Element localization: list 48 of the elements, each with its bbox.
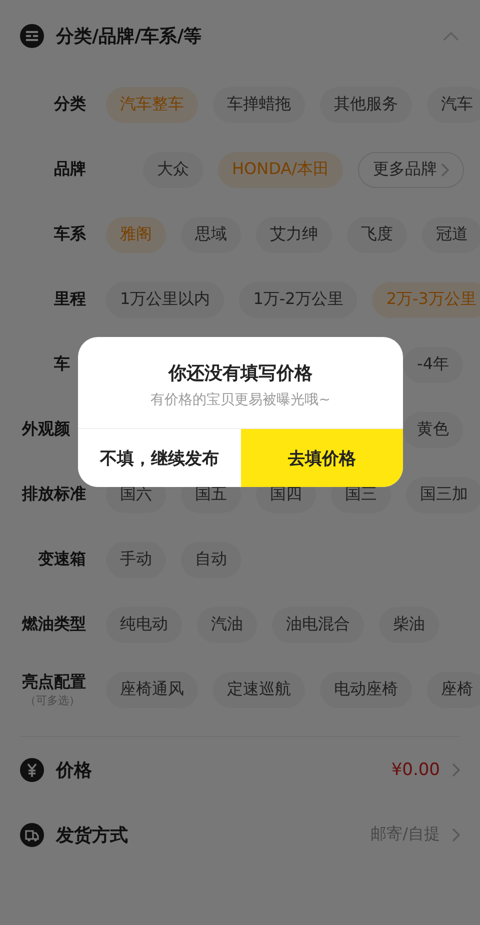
row-label: 外观颜 [22, 419, 70, 440]
option-chip[interactable]: 思域 [181, 216, 241, 252]
option-chip[interactable]: 艾力绅 [256, 216, 332, 252]
field-label: 价格 [56, 758, 93, 782]
option-chip[interactable]: 柴油 [379, 606, 439, 642]
more-brands-button[interactable]: 更多品牌 [358, 152, 464, 188]
option-chip[interactable]: 飞度 [347, 216, 407, 252]
row-label: 里程 [54, 289, 86, 310]
field-label: 发货方式 [56, 824, 129, 846]
row-label: 燃油类型 [22, 614, 86, 635]
option-chip[interactable]: 座椅 [427, 672, 480, 708]
row-label: 分类 [54, 94, 86, 115]
option-chip[interactable]: 自动 [181, 542, 241, 578]
option-chip[interactable]: 黄色 [403, 412, 463, 448]
option-chip[interactable]: 手动 [106, 542, 166, 578]
option-chip[interactable]: 电动座椅 [320, 672, 412, 708]
option-chip[interactable]: 其他服务 [320, 86, 412, 122]
row-label: 变速箱 [38, 549, 86, 570]
row-label: 亮点配置 [22, 672, 86, 692]
option-chip[interactable]: 座椅通风 [106, 672, 198, 708]
option-chip[interactable]: 纯电动 [106, 606, 182, 642]
dialog-title: 你还没有填写价格 [168, 362, 312, 384]
chevron-right-icon [440, 162, 449, 176]
row-label: 排放标准 [22, 484, 86, 505]
option-chip[interactable]: 油电混合 [272, 606, 364, 642]
option-chip[interactable]: 冠道 [422, 216, 480, 252]
option-chip[interactable]: -4年 [403, 346, 463, 382]
option-chip[interactable]: 1万-2万公里 [239, 282, 358, 318]
option-chip[interactable]: 汽车 [427, 86, 480, 122]
option-chip[interactable]: 汽油 [197, 606, 257, 642]
section-title: 分类/品牌/车系/等 [56, 25, 203, 48]
option-chip[interactable]: 大众 [143, 152, 203, 188]
option-chip[interactable]: 车掸蜡拖 [213, 86, 305, 122]
option-chip[interactable]: 定速巡航 [213, 672, 305, 708]
row-label: 车系 [54, 224, 86, 245]
row-label: 车 [54, 354, 70, 375]
truck-icon [20, 822, 44, 846]
chevron-up-icon[interactable] [442, 30, 460, 42]
chevron-right-icon [452, 828, 460, 842]
field-value[interactable]: ¥0.00 [391, 760, 440, 780]
category-icon [20, 24, 44, 48]
option-chip[interactable]: 国三加 [406, 476, 480, 512]
dialog-button[interactable]: 去填价格 [240, 429, 403, 487]
row-label: 品牌 [54, 159, 86, 180]
option-chip[interactable]: 1万公里以内 [106, 282, 224, 318]
dialog-message: 有价格的宝贝更易被曝光哦~ [150, 390, 330, 408]
chevron-right-icon [452, 762, 460, 776]
yen-icon [20, 758, 44, 782]
